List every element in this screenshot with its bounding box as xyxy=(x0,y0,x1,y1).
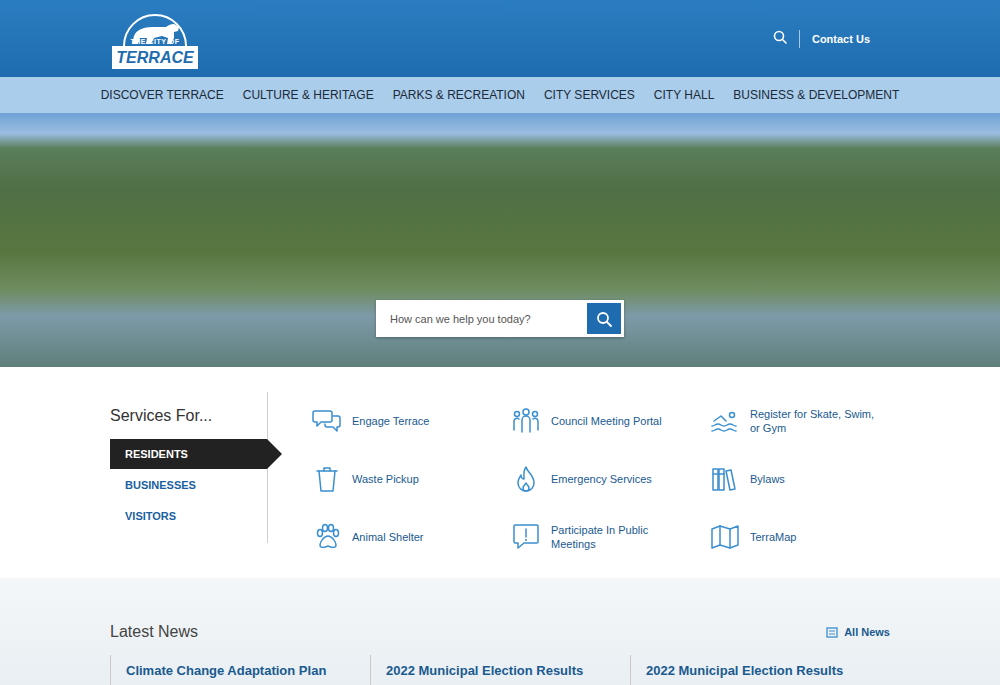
contact-link[interactable]: Contact Us xyxy=(812,33,870,45)
service-link[interactable]: Register for Skate, Swim, or Gym xyxy=(710,392,890,450)
service-label: Emergency Services xyxy=(551,472,652,486)
search-icon xyxy=(596,311,612,327)
service-label: Waste Pickup xyxy=(352,472,419,486)
services-tabs: Services For... RESIDENTSBUSINESSESVISITO… xyxy=(110,392,268,543)
header-divider xyxy=(799,30,800,48)
chat-icon xyxy=(312,406,342,436)
all-news-link[interactable]: All News xyxy=(826,626,890,638)
service-label: TerraMap xyxy=(750,530,796,544)
main-nav: DISCOVER TERRACE CULTURE & HERITAGE PARKS … xyxy=(0,77,1000,113)
header-inner: THE CITY OF TERRACE Contact Us xyxy=(110,0,890,77)
news-card[interactable]: Climate Change Adaptation Plan xyxy=(110,655,370,685)
logo-tagline: THE CITY OF xyxy=(131,37,180,46)
nav-item[interactable]: CULTURE & HERITAGE xyxy=(243,88,374,102)
service-label: Council Meeting Portal xyxy=(551,414,662,428)
news-card[interactable]: 2022 Municipal Election Results xyxy=(630,655,890,685)
service-link[interactable]: Participate In Public Meetings xyxy=(511,508,710,566)
books-icon xyxy=(710,464,740,494)
newspaper-icon xyxy=(826,626,838,638)
hero-banner xyxy=(0,113,1000,367)
news-title: Latest News xyxy=(110,623,198,641)
audience-tab[interactable]: BUSINESSES xyxy=(110,470,267,500)
service-link[interactable]: Bylaws xyxy=(710,450,890,508)
service-label: Participate In Public Meetings xyxy=(551,523,686,551)
search-input[interactable] xyxy=(376,300,584,337)
audience-tab[interactable]: RESIDENTS xyxy=(110,439,267,469)
search-button[interactable] xyxy=(773,30,787,48)
nav-item[interactable]: DISCOVER TERRACE xyxy=(101,88,224,102)
paw-icon xyxy=(312,522,342,552)
audience-tab[interactable]: VISITORS xyxy=(110,501,267,531)
news-section: Latest News All News Climate Change Adapta… xyxy=(0,578,1000,685)
city-logo[interactable]: THE CITY OF TERRACE xyxy=(110,8,200,69)
news-card[interactable]: 2022 Municipal Election Results xyxy=(370,655,630,685)
nav-item[interactable]: BUSINESS & DEVELOPMENT xyxy=(733,88,899,102)
all-news-label: All News xyxy=(844,626,890,638)
flame-icon xyxy=(511,464,541,494)
news-card-title: 2022 Municipal Election Results xyxy=(646,663,875,678)
alert-icon xyxy=(511,522,541,552)
service-label: Engage Terrace xyxy=(352,414,429,428)
nav-item[interactable]: CITY SERVICES xyxy=(544,88,635,102)
nav-item[interactable]: CITY HALL xyxy=(654,88,714,102)
news-cards: Climate Change Adaptation Plan 2022 Munic… xyxy=(110,655,890,685)
trash-icon xyxy=(312,464,342,494)
site-header: THE CITY OF TERRACE Contact Us xyxy=(0,0,1000,77)
news-card-title: Climate Change Adaptation Plan xyxy=(126,663,355,678)
service-link[interactable]: Waste Pickup xyxy=(312,450,511,508)
services-section: Services For... RESIDENTSBUSINESSESVISITO… xyxy=(110,367,890,578)
services-grid: Engage Terrace Council Meeting Portal Regi… xyxy=(312,392,890,578)
service-link[interactable]: TerraMap xyxy=(710,508,890,566)
service-label: Bylaws xyxy=(750,472,785,486)
news-inner: Latest News All News Climate Change Adapta… xyxy=(110,623,890,685)
search-icon xyxy=(773,30,787,44)
news-card-title: 2022 Municipal Election Results xyxy=(386,663,615,678)
people-icon xyxy=(511,406,541,436)
service-label: Register for Skate, Swim, or Gym xyxy=(750,407,885,435)
nav-item[interactable]: PARKS & RECREATION xyxy=(393,88,525,102)
map-icon xyxy=(710,522,740,552)
services-title: Services For... xyxy=(110,407,267,425)
service-label: Animal Shelter xyxy=(352,530,424,544)
swim-icon xyxy=(710,406,740,436)
service-link[interactable]: Animal Shelter xyxy=(312,508,511,566)
hero-search xyxy=(376,300,624,337)
header-actions: Contact Us xyxy=(773,30,870,48)
logo-box: TERRACE xyxy=(112,46,198,69)
service-link[interactable]: Council Meeting Portal xyxy=(511,392,710,450)
service-link[interactable]: Engage Terrace xyxy=(312,392,511,450)
logo-name: TERRACE xyxy=(113,49,197,67)
search-submit[interactable] xyxy=(587,303,621,334)
news-header: Latest News All News xyxy=(110,623,890,641)
service-link[interactable]: Emergency Services xyxy=(511,450,710,508)
